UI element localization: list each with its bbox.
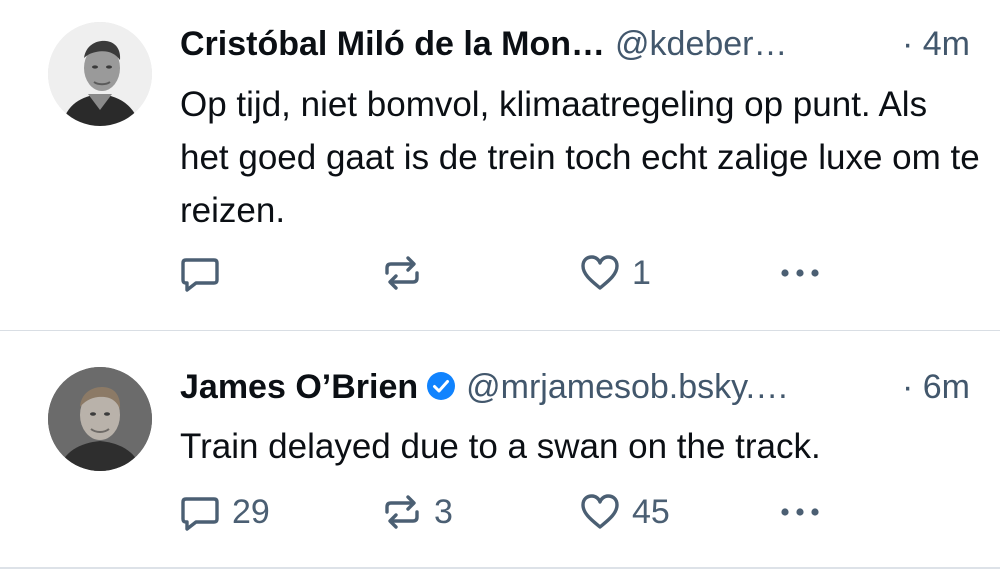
repost-icon xyxy=(385,495,419,529)
post-actions: 1 xyxy=(178,248,878,298)
repost-icon xyxy=(385,256,419,290)
repost-count: 3 xyxy=(434,492,453,531)
reply-icon xyxy=(181,497,219,531)
post-item[interactable]: James O’Brien @mrjamesob.bsky.… · 6m Tra… xyxy=(0,331,1000,567)
post-text: Op tijd, niet bomvol, klimaatregeling op… xyxy=(180,85,980,230)
author-handle[interactable]: @kdeber… xyxy=(615,25,787,63)
author-handle[interactable]: @mrjamesob.bsky.… xyxy=(466,368,789,406)
repost-button[interactable] xyxy=(380,248,434,298)
like-button[interactable]: 1 xyxy=(578,248,651,298)
author-name[interactable]: Cristóbal Miló de la Mon… xyxy=(180,25,605,63)
post-timestamp[interactable]: · 4m xyxy=(902,22,970,66)
reply-count: 29 xyxy=(232,492,270,531)
post-item[interactable]: Cristóbal Miló de la Mon… @kdeber… · 4m O… xyxy=(0,0,1000,330)
author-name[interactable]: James O’Brien xyxy=(180,368,418,406)
post-text: Train delayed due to a swan on the track… xyxy=(180,427,821,466)
more-icon xyxy=(781,508,819,516)
reply-button[interactable] xyxy=(178,248,232,298)
more-options-button[interactable] xyxy=(776,487,824,537)
post-divider xyxy=(0,567,1000,569)
avatar[interactable] xyxy=(48,367,152,471)
like-button[interactable]: 45 xyxy=(578,487,670,537)
post-header: Cristóbal Miló de la Mon… @kdeber… · 4m xyxy=(180,22,970,66)
more-options-button[interactable] xyxy=(776,248,824,298)
verified-icon xyxy=(427,372,456,400)
avatar[interactable] xyxy=(48,22,152,126)
like-count: 45 xyxy=(632,492,670,531)
post-feed: Cristóbal Miló de la Mon… @kdeber… · 4m O… xyxy=(0,0,1000,581)
like-count: 1 xyxy=(632,253,651,292)
reply-icon xyxy=(181,258,219,292)
like-icon xyxy=(581,494,619,529)
reply-button[interactable]: 29 xyxy=(178,487,270,537)
more-icon xyxy=(781,269,819,277)
repost-button[interactable]: 3 xyxy=(380,487,453,537)
post-actions: 29 3 45 xyxy=(178,487,878,537)
post-timestamp[interactable]: · 6m xyxy=(902,365,970,409)
like-icon xyxy=(581,255,619,290)
post-header: James O’Brien @mrjamesob.bsky.… · 6m xyxy=(180,365,970,409)
